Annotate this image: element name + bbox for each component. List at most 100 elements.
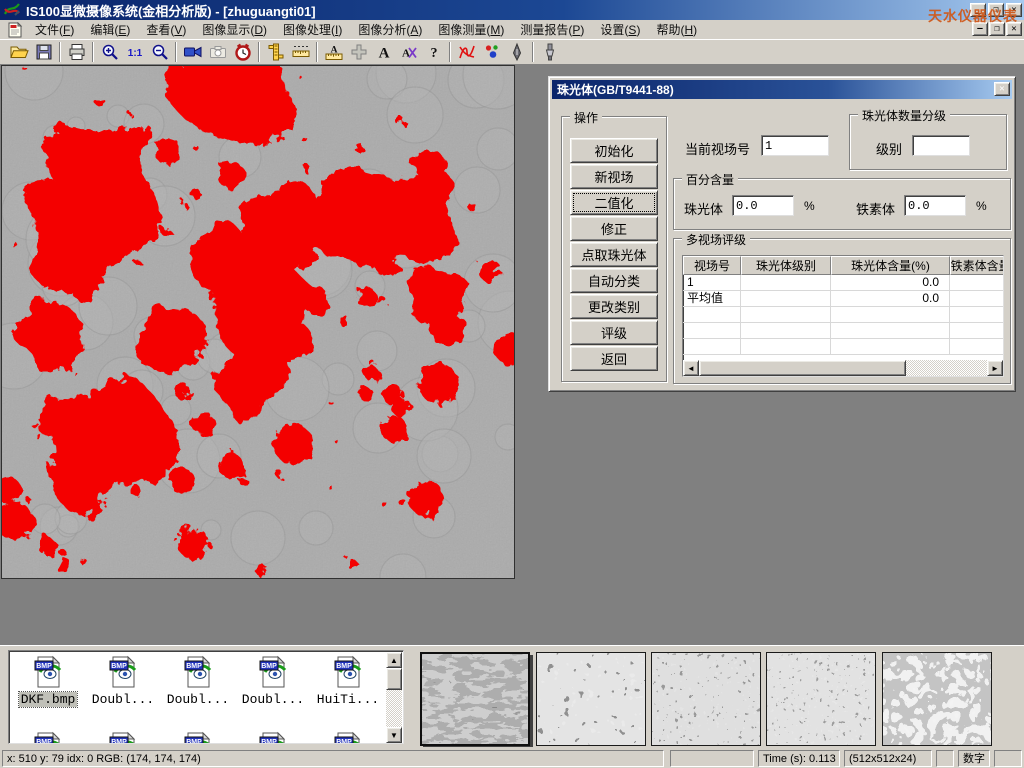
photo-camera-icon[interactable] xyxy=(205,41,230,64)
minimize-button[interactable]: _ xyxy=(970,3,986,17)
micrograph-image[interactable] xyxy=(1,65,515,579)
svg-text:BMP: BMP xyxy=(186,739,202,744)
op-button-3[interactable]: 二值化 xyxy=(570,190,658,215)
op-button-9[interactable]: 返回 xyxy=(570,346,658,371)
grading-group-label: 珠光体数量分级 xyxy=(858,107,950,124)
current-field-input[interactable] xyxy=(761,135,829,156)
op-button-4[interactable]: 修正 xyxy=(570,216,658,241)
file-list[interactable]: BMPDKF.bmp BMPDoubl... BMPDoubl... BMPDo… xyxy=(8,650,404,744)
level-input[interactable] xyxy=(912,135,970,156)
zoom-out-icon[interactable] xyxy=(147,41,172,64)
ruler-text-icon[interactable]: A xyxy=(321,41,346,64)
menu-item-9[interactable]: 设置(S) xyxy=(592,20,648,39)
scroll-down-icon[interactable]: ▼ xyxy=(386,727,402,743)
file-item-2[interactable]: BMPDoubl... xyxy=(87,655,159,707)
pen-icon[interactable] xyxy=(504,41,529,64)
curve-tool-icon[interactable] xyxy=(454,41,479,64)
table-row[interactable] xyxy=(683,323,1003,339)
svg-text:BMP: BMP xyxy=(111,663,127,670)
svg-text:BMP: BMP xyxy=(186,663,202,670)
brush-icon[interactable] xyxy=(537,41,562,64)
level-label: 级别 xyxy=(876,139,902,158)
micro-thumbnail-4[interactable] xyxy=(766,652,876,746)
table-row[interactable] xyxy=(683,339,1003,355)
file-item-1[interactable]: BMPDKF.bmp xyxy=(12,655,84,707)
help-icon[interactable]: ? xyxy=(421,41,446,64)
scroll-right-icon[interactable]: ► xyxy=(987,360,1003,376)
table-header-1[interactable]: 视场号 xyxy=(683,256,741,275)
table-header-3[interactable]: 珠光体含量(%) xyxy=(831,256,950,275)
menu-item-2[interactable]: 编辑(E) xyxy=(82,20,138,39)
color-dots-icon[interactable] xyxy=(479,41,504,64)
table-h-scrollbar[interactable]: ◄ ► xyxy=(683,360,1003,376)
dialog-close-button[interactable]: ✕ xyxy=(994,82,1010,96)
op-button-5[interactable]: 点取珠光体 xyxy=(570,242,658,267)
op-button-7[interactable]: 更改类别 xyxy=(570,294,658,319)
print-icon[interactable] xyxy=(64,41,89,64)
clock-icon[interactable] xyxy=(230,41,255,64)
table-row[interactable]: 平均值0.0 xyxy=(683,291,1003,307)
toolbar-separator xyxy=(59,42,61,62)
close-button[interactable]: ✕ xyxy=(1006,3,1022,17)
svg-text:?: ? xyxy=(430,46,437,61)
mdi-close-button[interactable]: ✕ xyxy=(1006,22,1022,36)
restore-button[interactable]: ❐ xyxy=(988,3,1004,17)
svg-text:A: A xyxy=(330,46,337,56)
menu-item-8[interactable]: 测量报告(P) xyxy=(512,20,592,39)
file-item-row2-3[interactable]: BMP xyxy=(162,731,234,744)
micro-thumbnail-2[interactable] xyxy=(536,652,646,746)
menu-item-1[interactable]: 文件(F) xyxy=(27,20,82,39)
move-cross-icon[interactable] xyxy=(346,41,371,64)
file-item-3[interactable]: BMPDoubl... xyxy=(162,655,234,707)
op-button-6[interactable]: 自动分类 xyxy=(570,268,658,293)
actual-size-icon[interactable]: 1:1 xyxy=(122,41,147,64)
bottom-panel: BMPDKF.bmp BMPDoubl... BMPDoubl... BMPDo… xyxy=(0,645,1024,747)
save-icon[interactable] xyxy=(31,41,56,64)
micro-thumbnail-5[interactable] xyxy=(882,652,992,746)
table-row[interactable]: 10.0 xyxy=(683,275,1003,291)
status-coordinates: x: 510 y: 79 idx: 0 RGB: (174, 174, 174) xyxy=(2,750,664,767)
table-header-4[interactable]: 铁素体含量(%) xyxy=(950,256,1004,275)
percent-group: 百分含量 珠光体 % 铁素体 % xyxy=(673,178,1011,230)
pearlite-percent-input[interactable] xyxy=(732,195,794,216)
scroll-left-icon[interactable]: ◄ xyxy=(683,360,699,376)
text-strike-icon[interactable]: A xyxy=(396,41,421,64)
status-bar: x: 510 y: 79 idx: 0 RGB: (174, 174, 174)… xyxy=(0,747,1024,768)
table-row[interactable] xyxy=(683,307,1003,323)
text-a-icon[interactable]: A xyxy=(371,41,396,64)
caliper-icon[interactable] xyxy=(263,41,288,64)
mdi-minimize-button[interactable]: — xyxy=(972,22,988,36)
video-camera-icon[interactable] xyxy=(180,41,205,64)
file-item-row2-4[interactable]: BMP xyxy=(237,731,309,744)
ruler-icon[interactable] xyxy=(288,41,313,64)
file-list-v-scrollbar[interactable]: ▲ ▼ xyxy=(386,652,402,743)
table-header-2[interactable]: 珠光体级别 xyxy=(741,256,831,275)
dialog-title: 珠光体(GB/T9441-88) xyxy=(557,81,674,98)
scroll-up-icon[interactable]: ▲ xyxy=(386,652,402,668)
file-item-4[interactable]: BMPDoubl... xyxy=(237,655,309,707)
menu-item-4[interactable]: 图像显示(D) xyxy=(194,20,275,39)
window-title: IS100显微摄像系统(金相分析版) - [zhuguangti01] xyxy=(26,1,316,20)
op-button-2[interactable]: 新视场 xyxy=(570,164,658,189)
dialog-title-bar[interactable]: 珠光体(GB/T9441-88) ✕ xyxy=(552,80,1012,99)
mdi-restore-button[interactable]: ❐ xyxy=(989,22,1005,36)
micro-thumbnail-1[interactable] xyxy=(420,652,530,746)
file-item-row2-2[interactable]: BMP xyxy=(87,731,159,744)
menu-item-10[interactable]: 帮助(H) xyxy=(648,20,705,39)
open-folder-icon[interactable] xyxy=(6,41,31,64)
micro-thumbnail-3[interactable] xyxy=(651,652,761,746)
op-button-8[interactable]: 评级 xyxy=(570,320,658,345)
ferrite-percent-input[interactable] xyxy=(904,195,966,216)
file-item-row2-5[interactable]: BMP xyxy=(312,731,384,744)
zoom-in-icon[interactable] xyxy=(97,41,122,64)
multifield-table[interactable]: 视场号珠光体级别珠光体含量(%)铁素体含量(%)10.0平均值0.0 ◄ ► xyxy=(682,255,1004,377)
menu-item-5[interactable]: 图像处理(I) xyxy=(275,20,350,39)
svg-text:BMP: BMP xyxy=(111,739,127,744)
file-item-5[interactable]: BMPHuiTi... xyxy=(312,655,384,707)
menu-item-7[interactable]: 图像测量(M) xyxy=(430,20,512,39)
menu-item-3[interactable]: 查看(V) xyxy=(138,20,194,39)
menu-item-6[interactable]: 图像分析(A) xyxy=(350,20,430,39)
op-button-1[interactable]: 初始化 xyxy=(570,138,658,163)
file-item-row2-1[interactable]: BMP xyxy=(12,731,84,744)
status-empty-3 xyxy=(994,750,1022,767)
